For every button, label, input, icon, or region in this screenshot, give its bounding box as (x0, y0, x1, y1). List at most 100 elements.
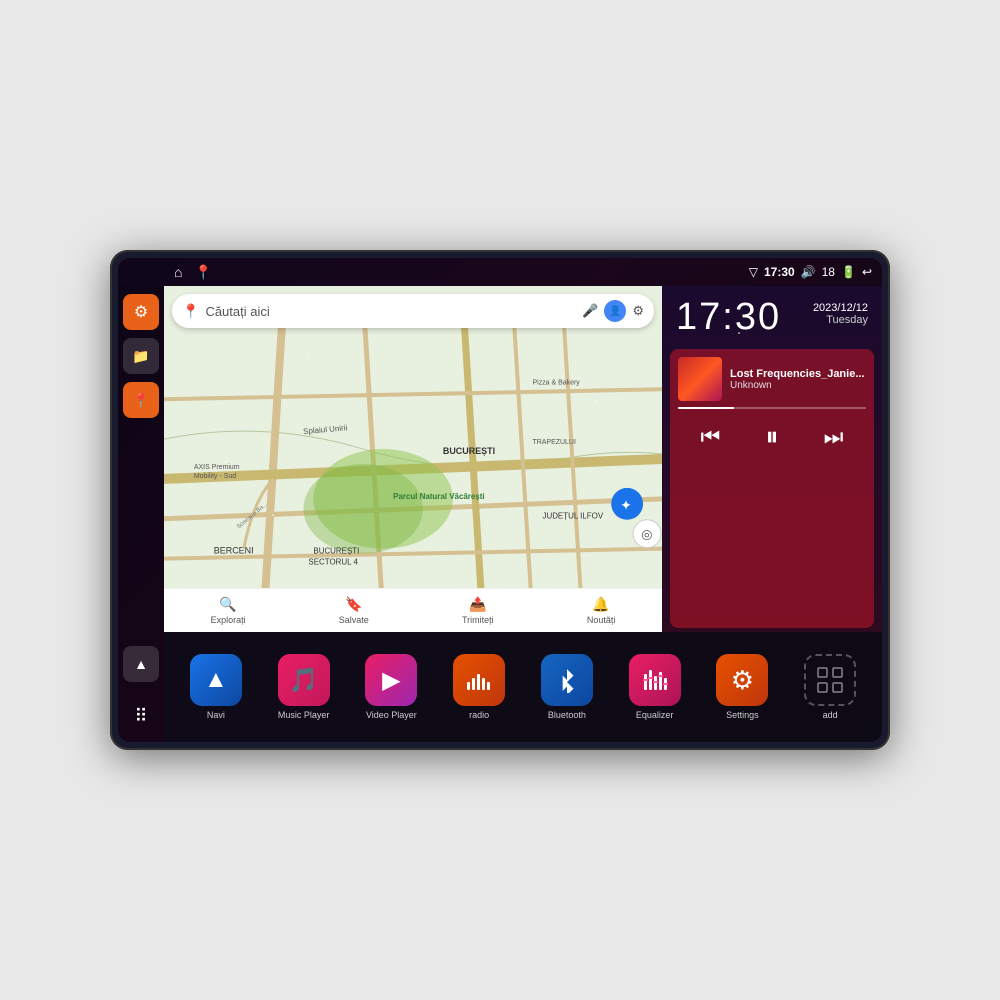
settings-label: Settings (726, 710, 759, 720)
app-radio[interactable]: radio (437, 650, 521, 724)
battery-num: 18 (822, 265, 835, 279)
music-progress-fill (678, 407, 734, 409)
explore-label: Explorați (211, 615, 246, 625)
radio-label: radio (469, 710, 489, 720)
news-label: Noutăți (587, 615, 616, 625)
video-player-label: Video Player (366, 710, 417, 720)
maps-top-icon[interactable]: 📍 (194, 264, 211, 281)
settings-icon-box: ⚙ (716, 654, 768, 706)
navi-icon-box: ▲ (190, 654, 242, 706)
sidebar-nav-button[interactable]: ▲ (123, 646, 159, 682)
status-bar: ▽ 17:30 🔊 18 🔋 ↩ (118, 258, 882, 286)
explore-icon: 🔍 (219, 596, 236, 613)
map-search-text[interactable]: Căutați aici (205, 304, 576, 319)
settings-gear-icon: ⚙ (731, 665, 754, 696)
user-icon: 👤 (609, 306, 621, 317)
pause-button[interactable]: ⏸ (761, 417, 782, 457)
prev-button[interactable]: ⏮ (697, 420, 725, 454)
map-settings-icon[interactable]: ⚙ (632, 303, 644, 319)
arrow-up-icon: ▲ (134, 656, 148, 672)
gear-icon: ⚙ (134, 302, 148, 322)
svg-text:✦: ✦ (620, 497, 632, 513)
app-equalizer[interactable]: Equalizer (613, 650, 697, 724)
clock-date-num: 2023/12/12 (813, 302, 868, 314)
navi-icon: ▲ (204, 666, 228, 694)
music-title: Lost Frequencies_Janie... (730, 368, 866, 380)
music-player-icon-box: 🎵 (278, 654, 330, 706)
status-time: 17:30 (764, 265, 795, 279)
sidebar-settings-button[interactable]: ⚙ (123, 294, 159, 330)
map-tab-send[interactable]: 📤 Trimiteți (462, 596, 494, 625)
sidebar-maps-button[interactable]: 📍 (123, 382, 159, 418)
right-panel: 17:30 2023/12/12 Tuesday (662, 286, 882, 632)
mic-icon[interactable]: 🎤 (582, 303, 598, 319)
app-bluetooth[interactable]: Bluetooth (525, 650, 609, 724)
svg-text:BUCUREȘTI: BUCUREȘTI (443, 446, 495, 456)
clock-day: Tuesday (813, 314, 868, 326)
map-container[interactable]: Splaiul Unirii BUCUREȘTI TRAPEZULUI Parc… (164, 286, 662, 632)
clock-time: 17:30 (676, 296, 781, 339)
next-button[interactable]: ⏭ (820, 420, 848, 454)
status-right: ▽ 17:30 🔊 18 🔋 ↩ (749, 265, 872, 279)
bluetooth-icon (554, 667, 580, 693)
app-add[interactable]: add (788, 650, 872, 724)
wifi-icon: ▽ (749, 265, 758, 279)
svg-text:Parcul Natural Văcărești: Parcul Natural Văcărești (393, 492, 485, 501)
app-navi[interactable]: ▲ Navi (174, 650, 258, 724)
radio-wave-icon (465, 666, 493, 694)
equalizer-icon (641, 666, 669, 694)
volume-icon: 🔊 (801, 265, 816, 279)
add-icon-box (804, 654, 856, 706)
equalizer-label: Equalizer (636, 710, 674, 720)
home-icon[interactable]: ⌂ (174, 264, 182, 280)
music-section: Lost Frequencies_Janie... Unknown ⏮ ⏸ ⏭ (670, 349, 874, 628)
svg-text:Pizza & Bakery: Pizza & Bakery (533, 379, 581, 386)
clock-date: 2023/12/12 Tuesday (813, 296, 868, 326)
sidebar-files-button[interactable]: 📁 (123, 338, 159, 374)
map-tab-explore[interactable]: 🔍 Explorați (211, 596, 246, 625)
clock-section: 17:30 2023/12/12 Tuesday (662, 286, 882, 345)
bluetooth-icon-box (541, 654, 593, 706)
battery-icon: 🔋 (841, 265, 856, 279)
screen: ▽ 17:30 🔊 18 🔋 ↩ ⌂ 📍 ⚙ 📁 (118, 258, 882, 742)
map-svg: Splaiul Unirii BUCUREȘTI TRAPEZULUI Parc… (164, 286, 662, 632)
svg-text:SECTORUL 4: SECTORUL 4 (308, 558, 358, 567)
music-track-row: Lost Frequencies_Janie... Unknown (678, 357, 866, 401)
google-maps-icon: 📍 (182, 303, 199, 320)
user-avatar[interactable]: 👤 (604, 300, 626, 322)
send-label: Trimiteți (462, 615, 494, 625)
app-video-player[interactable]: ▶ Video Player (350, 650, 434, 724)
svg-text:TRAPEZULUI: TRAPEZULUI (533, 439, 576, 446)
bottom-tray: ▲ Navi 🎵 Music Player ▶ (164, 632, 882, 742)
news-icon: 🔔 (592, 596, 609, 613)
map-tab-news[interactable]: 🔔 Noutăți (587, 596, 616, 625)
svg-text:BUCUREȘTI: BUCUREȘTI (313, 547, 359, 556)
svg-text:BERCENI: BERCENI (214, 546, 254, 556)
music-controls: ⏮ ⏸ ⏭ (678, 417, 866, 457)
map-pin-sidebar-icon: 📍 (132, 392, 149, 409)
music-progress-bar[interactable] (678, 407, 866, 409)
music-note-icon: 🎵 (289, 666, 319, 695)
svg-text:AXIS Premium: AXIS Premium (194, 464, 240, 471)
left-sidebar: ⚙ 📁 📍 ▲ ⠿ (118, 286, 164, 742)
grid-icon: ⠿ (134, 706, 147, 727)
folder-icon: 📁 (132, 348, 149, 365)
svg-text:JUDEȚUL ILFOV: JUDEȚUL ILFOV (542, 512, 603, 521)
top-section: Splaiul Unirii BUCUREȘTI TRAPEZULUI Parc… (164, 286, 882, 632)
add-label: add (823, 710, 838, 720)
sidebar-grid-button[interactable]: ⠿ (123, 698, 159, 734)
saved-label: Salvate (339, 615, 369, 625)
saved-icon: 🔖 (345, 596, 362, 613)
app-settings[interactable]: ⚙ Settings (701, 650, 785, 724)
radio-icon-box (453, 654, 505, 706)
svg-text:Mobility - Sud: Mobility - Sud (194, 473, 236, 480)
navi-label: Navi (207, 710, 225, 720)
equalizer-icon-box (629, 654, 681, 706)
map-bottom-bar: 🔍 Explorați 🔖 Salvate 📤 Trimiteți (164, 588, 662, 632)
map-tab-saved[interactable]: 🔖 Salvate (339, 596, 369, 625)
bluetooth-label: Bluetooth (548, 710, 586, 720)
device: ▽ 17:30 🔊 18 🔋 ↩ ⌂ 📍 ⚙ 📁 (110, 250, 890, 750)
map-search-bar[interactable]: 📍 Căutați aici 🎤 👤 ⚙ (172, 294, 654, 328)
app-music-player[interactable]: 🎵 Music Player (262, 650, 346, 724)
send-icon: 📤 (469, 596, 486, 613)
